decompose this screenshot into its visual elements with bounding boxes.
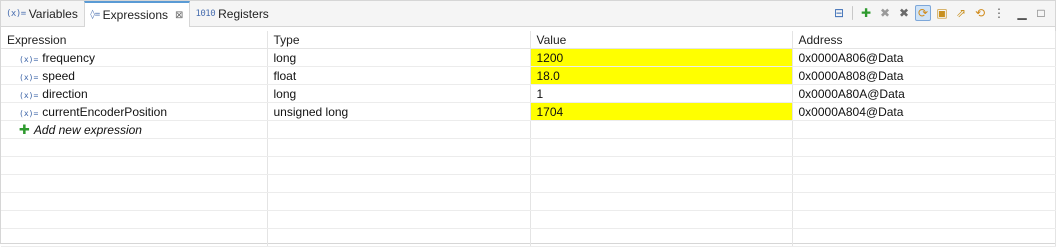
empty-row xyxy=(1,210,1056,229)
expression-cell[interactable]: (x)= frequency xyxy=(1,48,268,67)
expressions-table: Expression Type Value Address (x)= frequency… xyxy=(1,31,1056,247)
empty-cell xyxy=(267,174,531,193)
tab-label: Variables xyxy=(28,6,78,21)
variable-icon: (x)= xyxy=(19,90,39,100)
registers-tab-icon: 1010 xyxy=(195,8,216,19)
toolbar-separator xyxy=(852,6,853,20)
minimize-icon[interactable]: ▁ xyxy=(1014,5,1030,21)
type-cell: float xyxy=(267,66,531,85)
expression-name: currentEncoderPosition xyxy=(42,104,167,119)
expressions-view: (x)= Variables ◊= Expressions ⊠ 1010 Registers… xyxy=(0,0,1056,247)
column-header-type[interactable]: Type xyxy=(267,31,531,49)
tab-variables[interactable]: (x)= Variables xyxy=(1,1,84,26)
expression-cell[interactable]: (x)= direction xyxy=(1,84,268,103)
empty-cell xyxy=(1,138,268,157)
view-tab-bar: (x)= Variables ◊= Expressions ⊠ 1010 Registers… xyxy=(1,1,1055,27)
expression-cell[interactable]: (x)= currentEncoderPosition xyxy=(1,102,268,121)
remove-icon[interactable]: ✖ xyxy=(877,5,893,21)
variable-icon: (x)= xyxy=(19,108,39,118)
address-cell: 0x0000A806@Data xyxy=(792,48,1056,67)
empty-cell xyxy=(792,210,1056,229)
empty-cell xyxy=(792,120,1056,139)
tab-label: Registers xyxy=(218,6,269,21)
tab-label: Expressions xyxy=(102,8,169,22)
empty-cell xyxy=(792,174,1056,193)
type-cell: long xyxy=(267,48,531,67)
empty-cell xyxy=(530,192,793,211)
value-cell[interactable]: 1 xyxy=(530,84,793,103)
add-icon: ✚ xyxy=(19,121,30,137)
empty-cell xyxy=(1,210,268,229)
empty-cell xyxy=(1,174,268,193)
new-group-icon[interactable]: ▣ xyxy=(934,5,950,21)
table-row[interactable]: (x)= speed float 18.0 0x0000A808@Data xyxy=(1,66,1056,85)
expression-cell[interactable]: (x)= speed xyxy=(1,66,268,85)
expression-name: speed xyxy=(42,68,75,83)
variables-tab-icon: (x)= xyxy=(6,8,26,19)
empty-cell xyxy=(267,192,531,211)
empty-row xyxy=(1,156,1056,175)
add-expression-icon[interactable]: ✚ xyxy=(858,5,874,21)
column-header-value[interactable]: Value xyxy=(530,31,793,49)
empty-cell xyxy=(267,120,531,139)
empty-cell xyxy=(530,120,793,139)
table-header-row: Expression Type Value Address xyxy=(1,31,1056,49)
empty-row xyxy=(1,174,1056,193)
refresh-icon[interactable]: ⟲ xyxy=(972,5,988,21)
value-cell[interactable]: 1200 xyxy=(530,48,793,67)
empty-cell xyxy=(792,156,1056,175)
column-header-expression[interactable]: Expression xyxy=(1,31,268,49)
expressions-tab-icon: ◊= xyxy=(89,10,100,20)
variable-icon: (x)= xyxy=(19,72,39,82)
view-menu-icon[interactable]: ⋮ xyxy=(991,5,1007,21)
add-expression-cell[interactable]: ✚ Add new expression xyxy=(1,120,268,139)
column-header-address[interactable]: Address xyxy=(792,31,1056,49)
tab-strip: (x)= Variables ◊= Expressions ⊠ 1010 Registers xyxy=(1,1,275,27)
address-cell: 0x0000A808@Data xyxy=(792,66,1056,85)
close-tab-icon[interactable]: ⊠ xyxy=(175,10,183,21)
collapse-all-icon[interactable]: ⊟ xyxy=(831,5,847,21)
empty-cell xyxy=(530,156,793,175)
continuous-refresh-icon[interactable]: ⟳ xyxy=(915,5,931,21)
expression-name: frequency xyxy=(42,50,95,65)
empty-row xyxy=(1,192,1056,211)
add-expression-row[interactable]: ✚ Add new expression xyxy=(1,120,1056,139)
type-cell: long xyxy=(267,84,531,103)
empty-cell xyxy=(530,174,793,193)
address-cell: 0x0000A80A@Data xyxy=(792,84,1056,103)
empty-cell xyxy=(1,156,268,175)
table-row[interactable]: (x)= direction long 1 0x0000A80A@Data xyxy=(1,84,1056,103)
type-cell: unsigned long xyxy=(267,102,531,121)
empty-cell xyxy=(530,210,793,229)
remove-all-icon[interactable]: ✖ xyxy=(896,5,912,21)
variable-icon: (x)= xyxy=(19,54,39,64)
value-cell[interactable]: 18.0 xyxy=(530,66,793,85)
expression-name: direction xyxy=(42,86,88,101)
table-row[interactable]: (x)= frequency long 1200 0x0000A806@Data xyxy=(1,48,1056,67)
empty-cell xyxy=(267,210,531,229)
export-icon[interactable]: ⇗ xyxy=(953,5,969,21)
table-row[interactable]: (x)= currentEncoderPosition unsigned long 1… xyxy=(1,102,1056,121)
empty-cell xyxy=(792,138,1056,157)
view-toolbar: ⊟ ✚ ✖ ✖ ⟳ ▣ ⇗ ⟲ ⋮ ▁ □ xyxy=(831,5,1049,21)
address-cell: 0x0000A804@Data xyxy=(792,102,1056,121)
empty-row xyxy=(1,138,1056,157)
tab-expressions[interactable]: ◊= Expressions ⊠ xyxy=(83,1,191,27)
empty-cell xyxy=(267,156,531,175)
empty-cell xyxy=(792,192,1056,211)
maximize-icon[interactable]: □ xyxy=(1033,5,1049,21)
value-cell[interactable]: 1704 xyxy=(530,102,793,121)
add-expression-label: Add new expression xyxy=(33,122,142,137)
tab-registers[interactable]: 1010 Registers xyxy=(190,1,274,26)
empty-cell xyxy=(267,138,531,157)
empty-cell xyxy=(1,192,268,211)
empty-cell xyxy=(530,138,793,157)
